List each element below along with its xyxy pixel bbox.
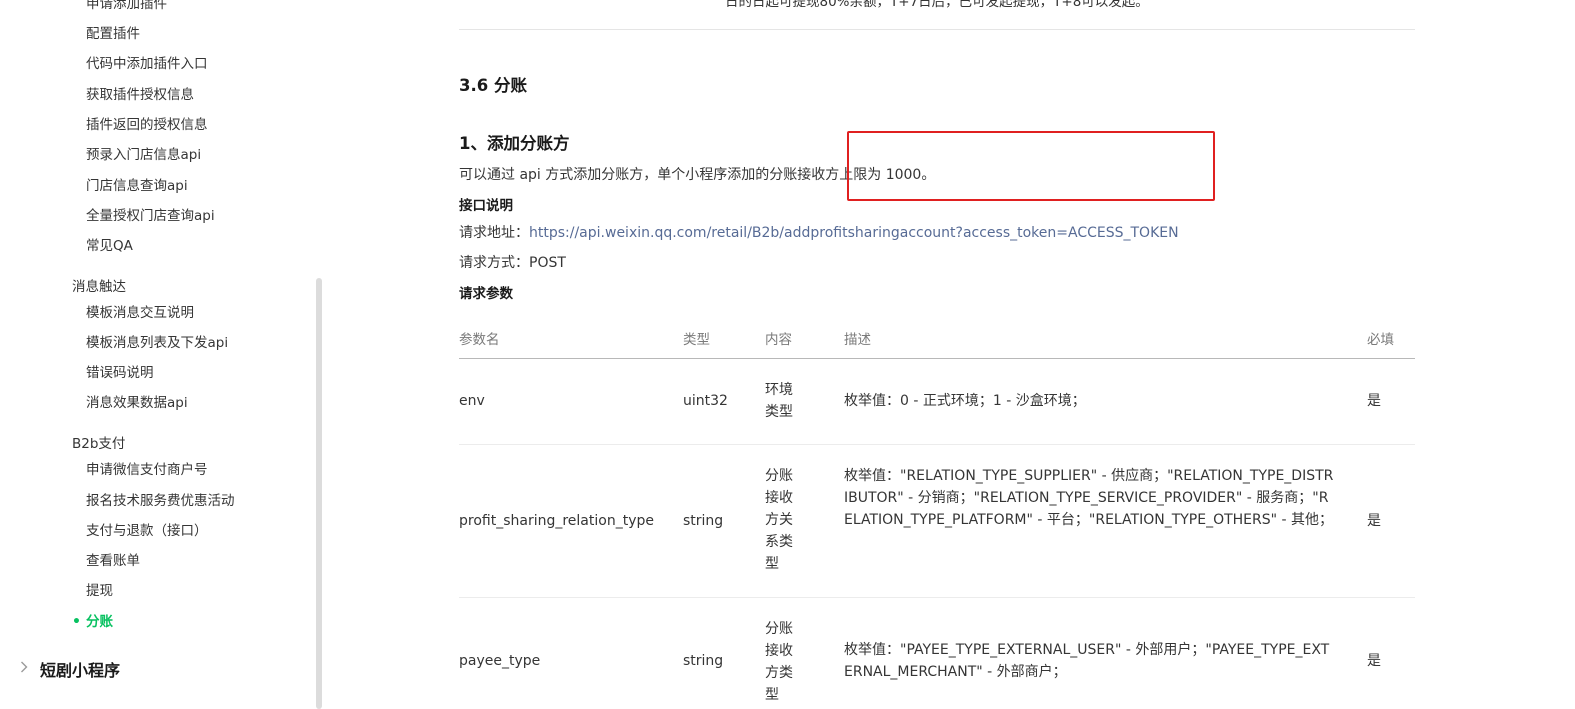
table-cell-required: 是	[1367, 393, 1381, 409]
sidebar-item-fee-discount[interactable]: 报名技术服务费优惠活动	[86, 491, 235, 511]
table-row-divider	[459, 597, 1415, 598]
table-cell-required: 是	[1367, 653, 1381, 669]
table-cell-type: uint32	[683, 393, 728, 409]
sidebar-item-template-msg-interaction[interactable]: 模板消息交互说明	[86, 303, 194, 323]
sidebar-group-messaging[interactable]: 消息触达	[72, 277, 126, 297]
request-url-label: 请求地址：	[459, 225, 529, 241]
sidebar-item-faq[interactable]: 常见QA	[86, 236, 133, 256]
sidebar-item-configure-plugin[interactable]: 配置插件	[86, 24, 140, 44]
sidebar-item-plugin-auth-return[interactable]: 插件返回的授权信息	[86, 115, 208, 135]
sidebar-item-template-msg-api[interactable]: 模板消息列表及下发api	[86, 333, 228, 353]
sidebar-scrollbar[interactable]	[316, 278, 322, 709]
sidebar-item-apply-merchant[interactable]: 申请微信支付商户号	[86, 460, 208, 480]
request-method: 请求方式：POST	[459, 255, 566, 271]
sidebar-item-apply-plugin[interactable]: 申请添加插件	[86, 0, 167, 14]
sidebar-item-view-bill[interactable]: 查看账单	[86, 551, 140, 571]
sidebar-item-profit-sharing[interactable]: • 分账	[72, 612, 113, 632]
table-cell-desc: 枚举值："PAYEE_TYPE_EXTERNAL_USER" - 外部用户；"P…	[844, 642, 1330, 680]
limit-text: 单个小程序添加的分账接收方上限为 1000。	[657, 167, 936, 183]
table-header-required: 必填	[1367, 332, 1394, 348]
section-heading: 3.6 分账	[459, 76, 527, 95]
table-cell-name: env	[459, 393, 485, 409]
red-highlight-box	[847, 131, 1216, 201]
sidebar-item-get-plugin-auth[interactable]: 获取插件授权信息	[86, 85, 194, 105]
table-header-divider	[459, 358, 1415, 359]
sidebar-item-msg-effect-api[interactable]: 消息效果数据api	[86, 393, 188, 413]
table-header-desc: 描述	[844, 332, 871, 348]
table-cell-content: 分账接收方关系类型	[765, 468, 793, 572]
sidebar-item-full-auth-store-api[interactable]: 全量授权门店查询api	[86, 206, 215, 226]
sidebar-item-withdraw[interactable]: 提现	[86, 581, 113, 601]
sidebar-item-error-codes[interactable]: 错误码说明	[86, 363, 154, 383]
sidebar-item-preentry-store-api[interactable]: 预录入门店信息api	[86, 145, 201, 165]
sidebar-item-add-plugin-entry[interactable]: 代码中添加插件入口	[86, 54, 208, 74]
table-cell-type: string	[683, 513, 724, 529]
sidebar-item-label: 分账	[86, 614, 113, 630]
table-cell-required: 是	[1367, 513, 1381, 529]
sidebar-item-pay-refund[interactable]: 支付与退款（接口）	[86, 521, 208, 541]
table-cell-name: payee_type	[459, 653, 541, 669]
chevron-right-icon	[20, 661, 28, 677]
table-row-divider	[459, 444, 1415, 445]
subsection-heading: 1、添加分账方	[459, 134, 570, 153]
previous-text-cut: 日的日起可提现80%余额，T+7日后，已可发起提现，T+8可以发起。	[725, 0, 1149, 10]
request-url-line: 请求地址：https://api.weixin.qq.com/retail/B2…	[459, 222, 1179, 242]
table-header-type: 类型	[683, 332, 710, 348]
intro-paragraph: 可以通过 api 方式添加分账方，单个小程序添加的分账接收方上限为 1000。	[459, 131, 1216, 201]
main-content: 日的日起可提现80%余额，T+7日后，已可发起提现，T+8可以发起。 3.6 分…	[459, 0, 1415, 709]
sidebar: 申请添加插件 配置插件 代码中添加插件入口 获取插件授权信息 插件返回的授权信息…	[0, 0, 324, 709]
table-header-content: 内容	[765, 332, 792, 348]
sidebar-section-label: 短剧小程序	[40, 661, 121, 680]
divider	[459, 29, 1415, 30]
sidebar-item-store-query-api[interactable]: 门店信息查询api	[86, 176, 188, 196]
sidebar-section-short-drama[interactable]: 短剧小程序	[20, 657, 120, 681]
request-url-link[interactable]: https://api.weixin.qq.com/retail/B2b/add…	[529, 225, 1179, 241]
intro-text: 可以通过 api 方式添加分账方，	[459, 167, 658, 183]
active-bullet-icon: •	[72, 614, 81, 630]
table-cell-desc: 枚举值："RELATION_TYPE_SUPPLIER" - 供应商；"RELA…	[844, 468, 1334, 528]
table-cell-content: 分账接收方类型	[765, 621, 793, 703]
table-header-name: 参数名	[459, 332, 500, 348]
request-params-label: 请求参数	[459, 286, 513, 302]
table-cell-name: profit_sharing_relation_type	[459, 513, 654, 529]
sidebar-group-b2b-pay[interactable]: B2b支付	[72, 434, 125, 454]
interface-label: 接口说明	[459, 198, 513, 214]
table-cell-content: 环境类型	[765, 382, 793, 420]
intro-highlight-text: 单个小程序添加的分账接收方上限为 1000。	[657, 131, 1216, 201]
table-cell-desc: 枚举值：0 - 正式环境；1 - 沙盒环境；	[844, 393, 1086, 409]
table-cell-type: string	[683, 653, 724, 669]
